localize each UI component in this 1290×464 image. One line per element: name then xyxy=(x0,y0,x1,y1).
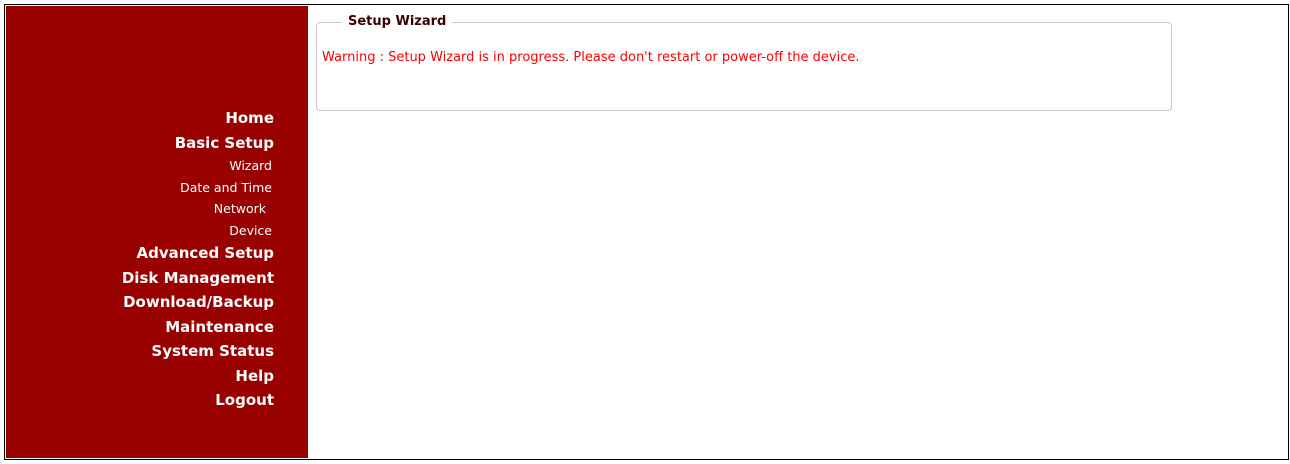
sidebar-item-home[interactable]: Home xyxy=(122,106,274,131)
sidebar-subitem-wizard[interactable]: Wizard xyxy=(122,155,272,177)
sidebar: Home Basic Setup Wizard Date and Time Ne… xyxy=(6,6,308,458)
sidebar-nav: Home Basic Setup Wizard Date and Time Ne… xyxy=(122,106,274,413)
sidebar-item-advanced-setup[interactable]: Advanced Setup xyxy=(122,241,274,266)
sidebar-subitem-network[interactable]: Network xyxy=(122,198,266,220)
setup-wizard-panel: Setup Wizard Warning : Setup Wizard is i… xyxy=(316,13,1172,111)
sidebar-item-download-backup[interactable]: Download/Backup xyxy=(122,290,274,315)
warning-message: Warning : Setup Wizard is in progress. P… xyxy=(322,50,860,65)
page-frame: Home Basic Setup Wizard Date and Time Ne… xyxy=(4,4,1289,460)
sidebar-item-basic-setup[interactable]: Basic Setup xyxy=(122,131,274,156)
sidebar-item-maintenance[interactable]: Maintenance xyxy=(122,315,274,340)
sidebar-item-system-status[interactable]: System Status xyxy=(122,339,274,364)
sidebar-subitem-device[interactable]: Device xyxy=(122,220,272,242)
panel-title: Setup Wizard xyxy=(342,13,453,31)
sidebar-item-logout[interactable]: Logout xyxy=(122,388,274,413)
sidebar-subitem-date-and-time[interactable]: Date and Time xyxy=(122,177,272,199)
sidebar-item-disk-management[interactable]: Disk Management xyxy=(122,266,274,291)
sidebar-item-help[interactable]: Help xyxy=(122,364,274,389)
